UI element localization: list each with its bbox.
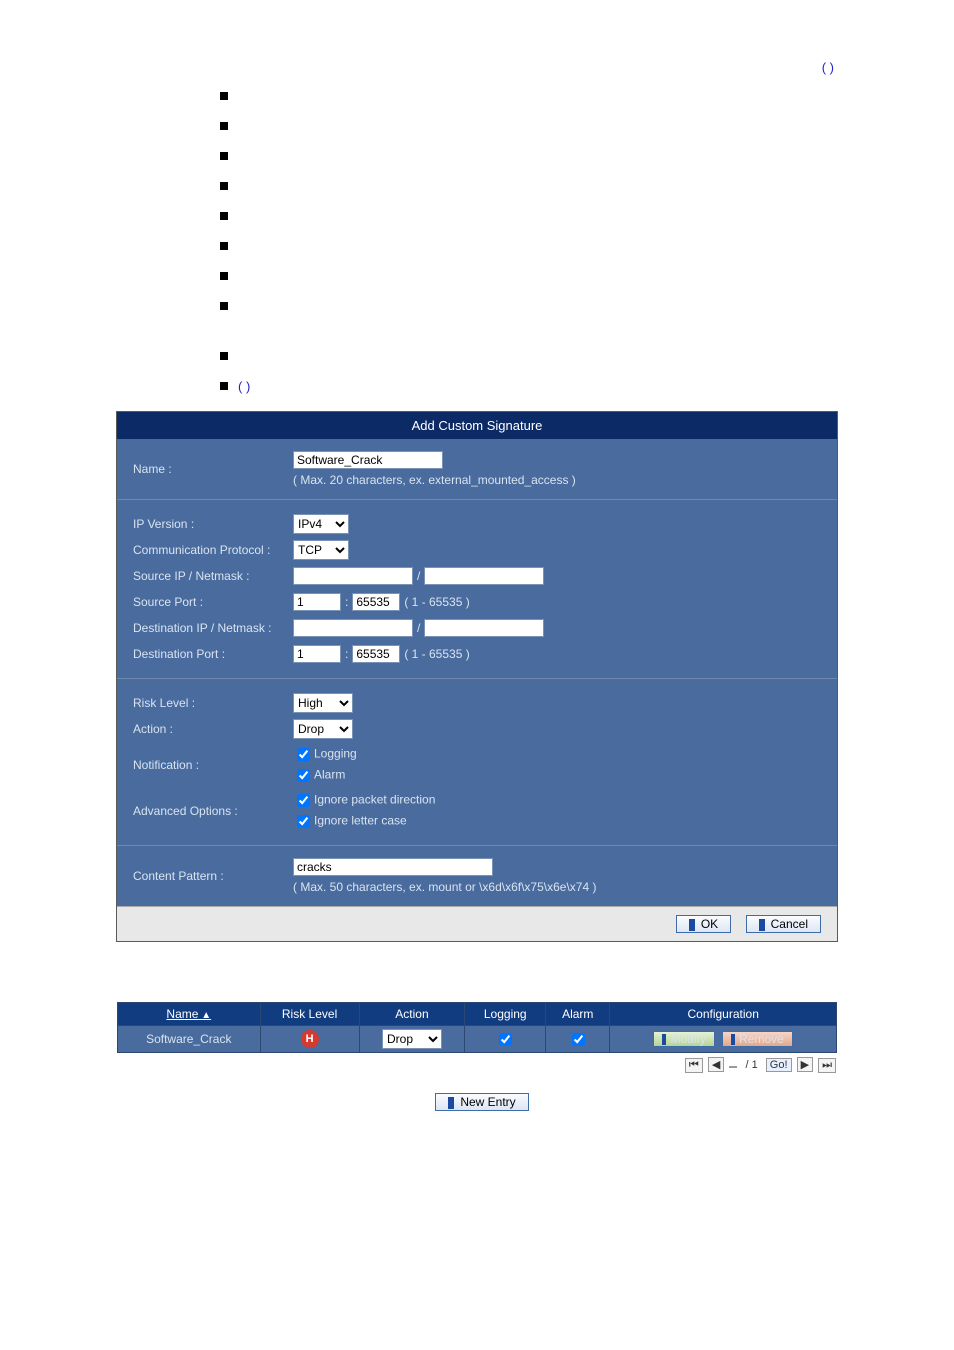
ignore-case-label: Ignore letter case <box>314 814 407 828</box>
dstport-from-input[interactable] <box>293 645 341 663</box>
ignore-case-checkbox[interactable] <box>297 815 310 828</box>
srcmask-input[interactable] <box>424 567 544 585</box>
bullet-icon <box>220 152 228 160</box>
row-alarm-checkbox[interactable] <box>572 1033 585 1046</box>
label-ipversion: IP Version : <box>133 517 293 531</box>
bullet-icon <box>220 182 228 190</box>
ipversion-select[interactable]: IPv4 <box>293 514 349 534</box>
action-select[interactable]: Drop <box>293 719 353 739</box>
bullet-list: ( ) <box>220 81 914 401</box>
ok-button[interactable]: OK <box>676 915 731 933</box>
bullet-icon <box>220 382 228 390</box>
risk-select[interactable]: High <box>293 693 353 713</box>
bullet-icon <box>220 212 228 220</box>
label-advanced: Advanced Options : <box>133 804 293 818</box>
label-name: Name : <box>133 462 293 476</box>
col-config: Configuration <box>610 1003 837 1026</box>
srcip-input[interactable] <box>293 567 413 585</box>
content-input[interactable] <box>293 858 493 876</box>
slash-sep: / <box>417 621 420 635</box>
pager-last-icon[interactable]: ⏭ <box>818 1058 836 1073</box>
pager: ⏮ ◀ / 1 Go! ▶ ⏭ <box>117 1057 837 1073</box>
cell-name: Software_Crack <box>118 1026 261 1053</box>
risk-high-icon: H <box>301 1030 319 1048</box>
table-row: Software_Crack H Drop Modify Remove <box>118 1026 837 1053</box>
ignore-direction-label: Ignore packet direction <box>314 793 435 807</box>
dstport-to-input[interactable] <box>352 645 400 663</box>
content-hint: ( Max. 50 characters, ex. mount or \x6d\… <box>293 880 596 894</box>
label-protocol: Communication Protocol : <box>133 543 293 557</box>
label-dstip: Destination IP / Netmask : <box>133 621 293 635</box>
bullet-paren: ( ) <box>238 379 250 394</box>
pager-next-icon[interactable]: ▶ <box>797 1057 813 1072</box>
col-name[interactable]: Name <box>118 1003 261 1026</box>
new-entry-button[interactable]: New Entry <box>435 1093 528 1111</box>
col-logging: Logging <box>465 1003 546 1026</box>
pager-prev-icon[interactable]: ◀ <box>708 1057 724 1072</box>
alarm-label: Alarm <box>314 768 345 782</box>
pager-sep: / 1 <box>742 1059 760 1071</box>
dstport-hint: ( 1 - 65535 ) <box>404 647 469 661</box>
dstip-input[interactable] <box>293 619 413 637</box>
remove-button[interactable]: Remove <box>722 1031 793 1047</box>
srcport-from-input[interactable] <box>293 593 341 611</box>
label-notification: Notification : <box>133 758 293 772</box>
pager-go-button[interactable]: Go! <box>766 1058 792 1072</box>
bullet-icon <box>220 352 228 360</box>
cancel-button[interactable]: Cancel <box>746 915 821 933</box>
col-risk: Risk Level <box>260 1003 359 1026</box>
add-custom-signature-panel: Add Custom Signature Name : ( Max. 20 ch… <box>116 411 838 942</box>
label-dstport: Destination Port : <box>133 647 293 661</box>
bullet-icon <box>220 92 228 100</box>
top-paren-link[interactable]: ( ) <box>40 60 834 75</box>
srcport-hint: ( 1 - 65535 ) <box>404 595 469 609</box>
row-logging-checkbox[interactable] <box>499 1033 512 1046</box>
label-srcip: Source IP / Netmask : <box>133 569 293 583</box>
label-risk: Risk Level : <box>133 696 293 710</box>
label-content: Content Pattern : <box>133 869 293 883</box>
name-input[interactable] <box>293 451 443 469</box>
label-srcport: Source Port : <box>133 595 293 609</box>
col-alarm: Alarm <box>546 1003 610 1026</box>
logging-checkbox[interactable] <box>297 748 310 761</box>
ignore-direction-checkbox[interactable] <box>297 794 310 807</box>
slash-sep: / <box>417 569 420 583</box>
bullet-icon <box>220 242 228 250</box>
col-action: Action <box>359 1003 465 1026</box>
panel-title: Add Custom Signature <box>117 412 837 439</box>
srcport-to-input[interactable] <box>352 593 400 611</box>
pager-page <box>729 1066 737 1068</box>
logging-label: Logging <box>314 747 357 761</box>
row-action-select[interactable]: Drop <box>382 1029 442 1049</box>
bullet-icon <box>220 122 228 130</box>
pager-first-icon[interactable]: ⏮ <box>685 1058 703 1073</box>
bullet-icon <box>220 272 228 280</box>
signature-table: Name Risk Level Action Logging Alarm Con… <box>117 1002 837 1053</box>
modify-button[interactable]: Modify <box>653 1031 714 1047</box>
protocol-select[interactable]: TCP <box>293 540 349 560</box>
bullet-icon <box>220 302 228 310</box>
name-hint: ( Max. 20 characters, ex. external_mount… <box>293 473 576 487</box>
dstmask-input[interactable] <box>424 619 544 637</box>
label-action: Action : <box>133 722 293 736</box>
alarm-checkbox[interactable] <box>297 769 310 782</box>
